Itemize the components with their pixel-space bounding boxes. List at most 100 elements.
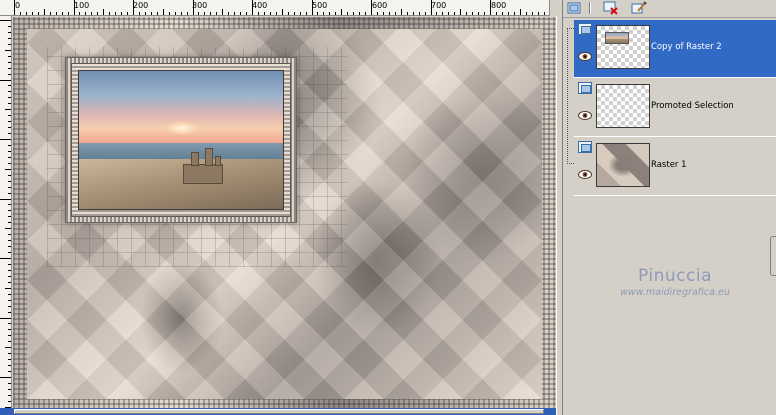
raster-layer-icon	[578, 23, 592, 35]
ruler-tick	[0, 317, 11, 319]
ruler-corner	[549, 0, 557, 16]
ruler-tick	[8, 353, 11, 355]
ruler-tick	[371, 0, 372, 15]
watermark-title: Pinuccia	[638, 266, 712, 286]
ruler-tick	[8, 204, 11, 206]
watermark: Pinuccia www.maidiregrafica.eu	[585, 266, 765, 298]
ruler-tick	[376, 12, 378, 15]
layer-row-copy-of-raster-2[interactable]: Copy of Raster 2	[574, 20, 776, 78]
ruler-tick	[501, 12, 503, 15]
ruler-tick	[228, 12, 230, 15]
ruler-tick	[180, 12, 182, 15]
ruler-tick	[19, 12, 21, 15]
ruler-tick	[240, 12, 242, 15]
horizontal-scrollbar[interactable]	[0, 408, 556, 415]
delete-layer-icon	[603, 1, 618, 15]
ruler-tick	[133, 0, 134, 15]
ruler-tick	[519, 9, 521, 15]
ruler-tick	[8, 210, 11, 212]
ruler-tick	[5, 109, 11, 111]
delete-layer-button[interactable]	[601, 0, 621, 16]
ruler-tick	[5, 49, 11, 51]
ruler-tick	[150, 12, 152, 15]
panel-resize-grip[interactable]	[770, 236, 776, 276]
layer-row-raster-1[interactable]: Raster 1	[574, 138, 776, 196]
ruler-tick	[8, 150, 11, 152]
ruler-tick	[8, 311, 11, 313]
ruler-tick	[5, 168, 11, 170]
photo-sun	[164, 120, 199, 135]
sandcastle	[177, 146, 229, 186]
ruler-label: 700	[431, 1, 447, 10]
edit-layer-button[interactable]	[629, 0, 649, 16]
layer-group-bracket	[567, 28, 574, 164]
ruler-tick	[8, 234, 11, 236]
ruler-tick	[109, 12, 111, 15]
ruler-tick	[365, 12, 367, 15]
ruler-tick	[8, 365, 11, 367]
ruler-tick	[495, 12, 497, 15]
ruler-tick	[55, 12, 57, 15]
ruler-tick	[252, 0, 253, 15]
ruler-tick	[8, 335, 11, 337]
ruler-tick	[329, 12, 331, 15]
ruler-tick	[484, 12, 486, 15]
ruler-tick	[347, 12, 349, 15]
ruler-tick	[412, 12, 414, 15]
eye-icon[interactable]	[578, 111, 592, 120]
ruler-tick	[8, 269, 11, 271]
sandcastle-photo	[78, 70, 284, 210]
ruler-tick	[472, 12, 474, 15]
ruler-tick	[192, 0, 194, 15]
ruler-tick	[8, 359, 11, 361]
ruler-tick	[8, 394, 11, 396]
ruler-tick	[204, 12, 206, 15]
ruler-tick	[8, 263, 11, 265]
ruler-tick	[460, 9, 462, 15]
new-layer-button[interactable]	[565, 0, 585, 16]
ruler-tick	[8, 329, 11, 331]
ruler-tick	[8, 121, 11, 123]
horizontal-ruler: 0 100 200 300 400 500 600 700 800	[0, 0, 556, 16]
ruler-tick	[257, 12, 259, 15]
ruler-tick	[8, 43, 11, 45]
eye-icon[interactable]	[578, 170, 592, 179]
ruler-tick	[121, 12, 123, 15]
ruler-tick	[49, 12, 51, 15]
ruler-tick	[311, 0, 313, 15]
ruler-tick	[537, 12, 539, 15]
layer-thumbnail-photo	[605, 32, 629, 44]
ruler-tick	[0, 258, 11, 259]
ruler-tick	[31, 12, 33, 15]
ruler-tick	[14, 0, 15, 15]
ruler-tick	[8, 144, 11, 146]
ruler-tick	[91, 12, 93, 15]
ruler-tick	[198, 12, 200, 15]
ruler-tick	[424, 12, 426, 15]
ruler-tick	[97, 12, 99, 15]
ruler-tick	[317, 12, 319, 15]
ruler-tick	[400, 9, 402, 15]
ruler-tick	[174, 12, 176, 15]
ruler-tick	[168, 12, 170, 15]
photo-frame-inner	[71, 63, 291, 217]
ruler-tick	[0, 79, 11, 81]
ruler-tick	[466, 12, 468, 15]
ruler-tick	[162, 9, 164, 15]
ruler-tick	[37, 12, 39, 15]
ruler-tick	[478, 12, 480, 15]
eye-icon[interactable]	[578, 52, 592, 61]
horizontal-scrollbar-thumb[interactable]	[14, 409, 544, 414]
ruler-tick	[8, 67, 11, 69]
ruler-tick	[8, 382, 11, 384]
watermark-url: www.maidiregrafica.eu	[620, 287, 730, 298]
image-canvas[interactable]	[13, 17, 556, 410]
ruler-tick	[67, 12, 69, 15]
ruler-tick	[8, 341, 11, 343]
layer-row-promoted-selection[interactable]: Promoted Selection	[574, 79, 776, 137]
ruler-tick	[5, 287, 11, 289]
ruler-tick	[8, 371, 11, 373]
ruler-tick	[8, 222, 11, 224]
paint-shop-pro-workspace: 0 100 200 300 400 500 600 700 800 Copy o…	[0, 0, 776, 415]
ruler-tick	[430, 0, 432, 15]
